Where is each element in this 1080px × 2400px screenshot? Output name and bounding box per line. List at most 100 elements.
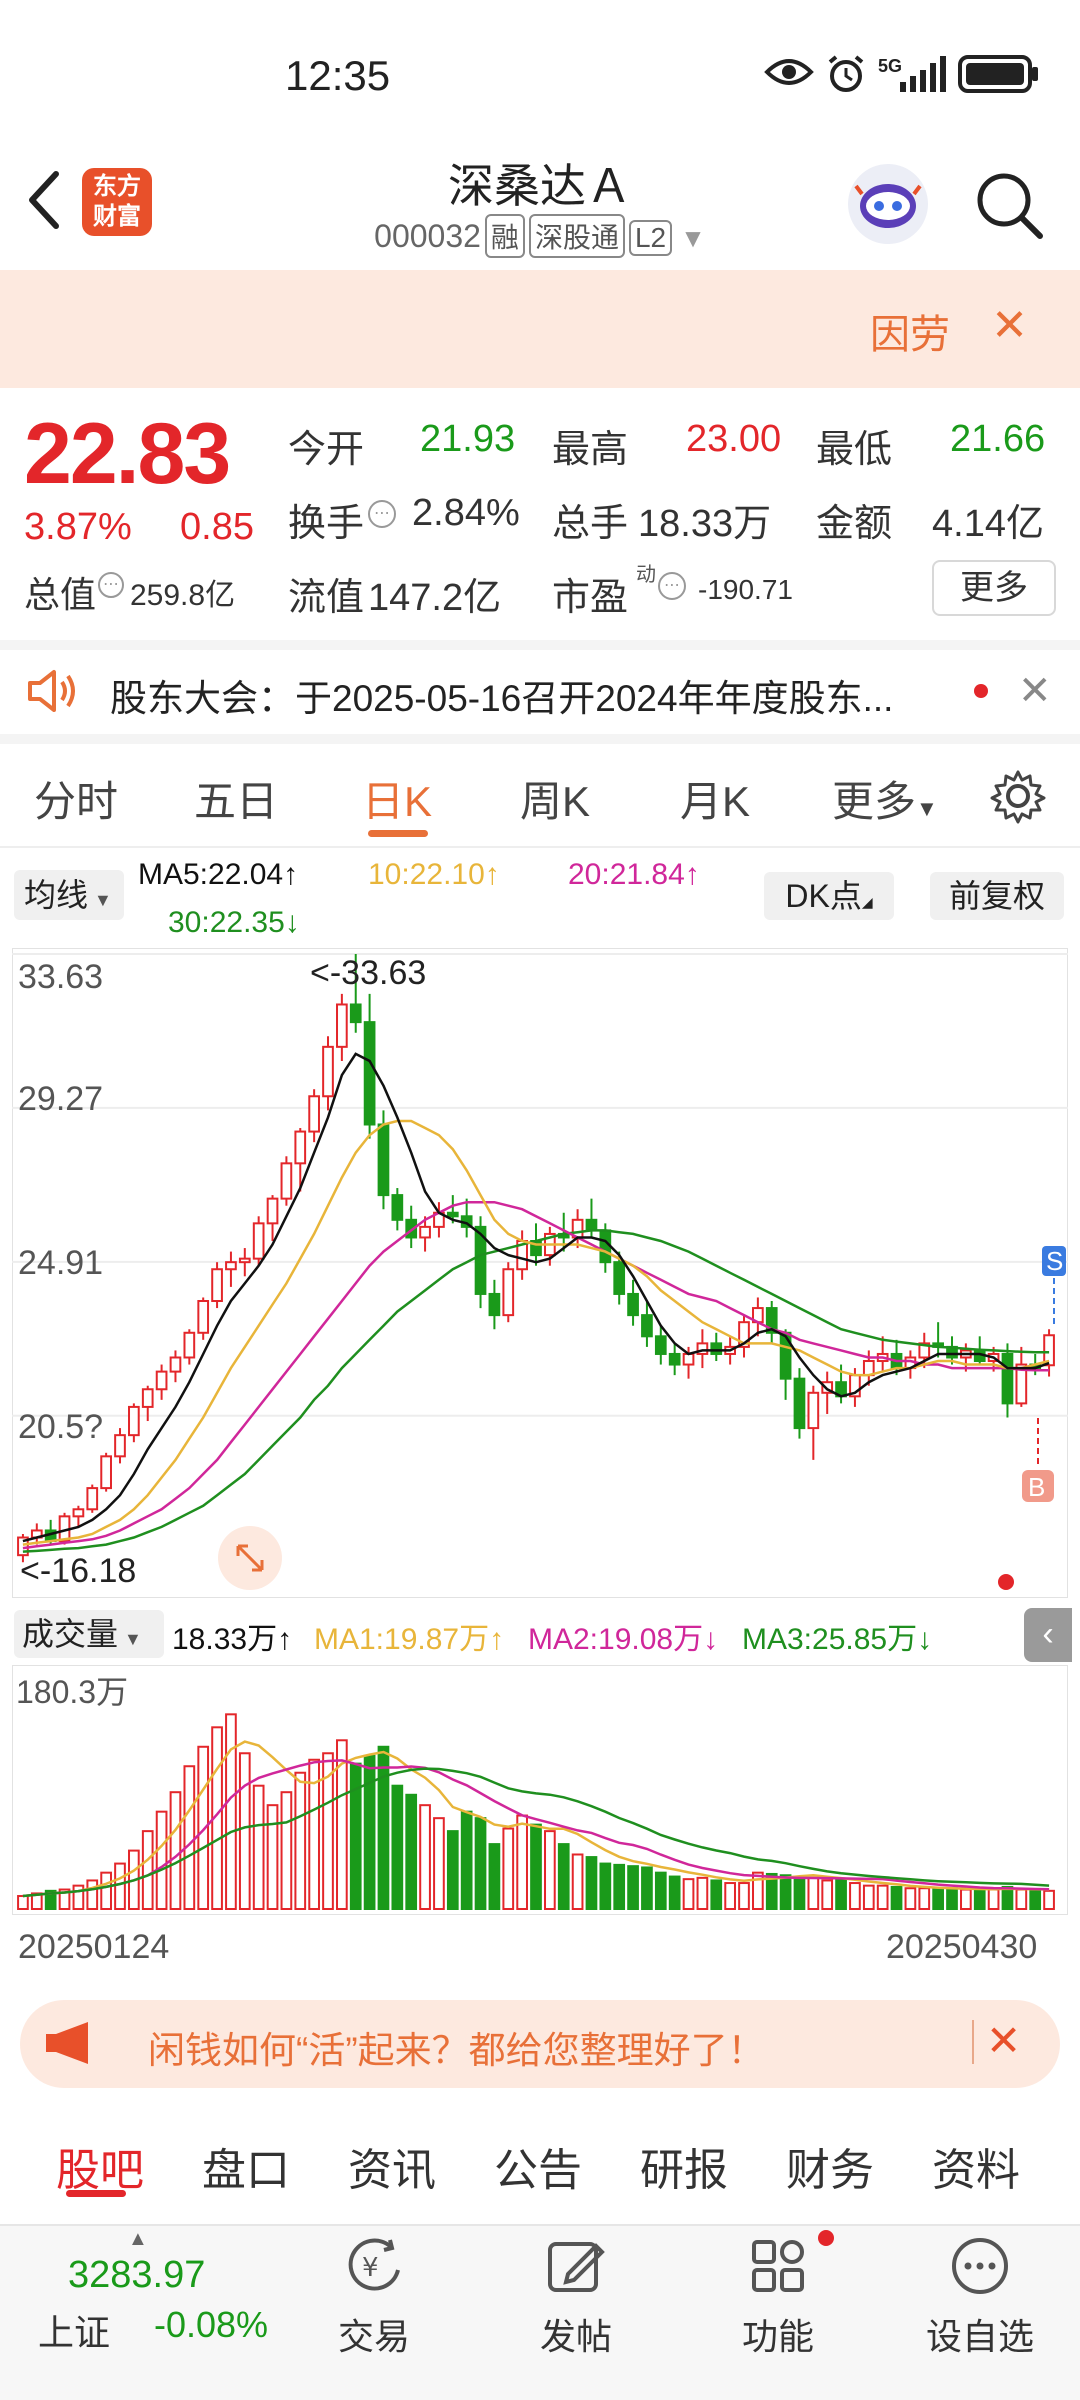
adjust-button[interactable]: 前复权 (930, 872, 1064, 920)
ma-selector[interactable]: 均线 ▼ (14, 870, 124, 920)
tab-intraday[interactable]: 分时 (34, 768, 118, 829)
tab-announcements[interactable]: 公告 (494, 2134, 582, 2198)
volume-bar (433, 1817, 445, 1910)
candle (446, 1211, 459, 1218)
volume-bar (849, 1882, 861, 1910)
divider (972, 2020, 974, 2064)
tab-research[interactable]: 研报 (640, 2134, 728, 2198)
tab-forum[interactable]: 股吧 (56, 2134, 144, 2198)
nav-post[interactable]: 发帖 (516, 2308, 636, 2360)
trade-icon[interactable]: ¥ (342, 2236, 406, 2301)
candle (322, 1045, 334, 1098)
compose-icon[interactable] (546, 2236, 606, 2301)
signal-icon (898, 54, 948, 99)
active-tab-underline (66, 2190, 126, 2197)
eye-icon (764, 54, 814, 95)
candle (169, 1356, 182, 1373)
candlestick-chart[interactable]: 33.63 29.27 24.91 20.5? <-33.63 <-16.18 … (12, 948, 1068, 1598)
notification-dot (818, 2230, 834, 2246)
volume-bar (516, 1814, 528, 1910)
tab-five-day[interactable]: 五日 (194, 768, 278, 829)
candle (668, 1352, 681, 1366)
tab-news[interactable]: 资讯 (348, 2134, 436, 2198)
volume-bar (155, 1810, 168, 1910)
tab-daily-k[interactable]: 日K (362, 768, 432, 829)
nav-trade[interactable]: 交易 (314, 2308, 434, 2360)
volume-bar (502, 1827, 515, 1910)
volume-bar (904, 1887, 917, 1910)
tag-connect: 深股通 (528, 214, 625, 258)
index-name: 上证 (38, 2312, 111, 2353)
ma20-value: 20:21.84↑ (568, 858, 700, 891)
pe-value: -190.71 (698, 574, 793, 605)
tab-more[interactable]: 更多▼ (832, 768, 938, 829)
tag-level2: L2 (628, 220, 673, 256)
volume-selector[interactable]: 成交量 ▼ (14, 1610, 164, 1658)
promo-close-icon[interactable]: ✕ (986, 2016, 1021, 2065)
open-label: 今开 (288, 429, 365, 471)
banner-close-icon[interactable]: ✕ (991, 300, 1028, 351)
open-value: 21.93 (420, 418, 516, 460)
candle (114, 1434, 126, 1458)
tab-monthly-k[interactable]: 月K (680, 768, 750, 829)
candle (599, 1229, 612, 1264)
grid-icon[interactable] (748, 2236, 808, 2301)
tab-weekly-k[interactable]: 周K (520, 768, 590, 829)
volume-bar (1001, 1885, 1014, 1910)
candle (613, 1261, 626, 1295)
notice-close-icon[interactable]: ✕ (1018, 668, 1052, 714)
volume-bar (613, 1863, 626, 1911)
volume-value: 18.33万↑ (172, 1623, 293, 1656)
candle (183, 1331, 196, 1359)
info-icon[interactable]: ⋯ (368, 500, 396, 528)
dk-point-button[interactable]: DK点◢ (764, 872, 894, 920)
volume-bar (1029, 1889, 1042, 1910)
svg-text:¥: ¥ (362, 2253, 379, 2283)
change-amount: 0.85 (180, 506, 254, 548)
high-label: 最高 (552, 429, 629, 471)
tab-profile[interactable]: 资料 (932, 2134, 1020, 2198)
nav-add-watchlist[interactable]: 设自选 (920, 2308, 1040, 2360)
volume-bar (973, 1888, 986, 1910)
volume-bar (960, 1888, 972, 1910)
tab-orderbook[interactable]: 盘口 (202, 2134, 290, 2198)
chevron-left-icon[interactable]: ‹ (1024, 1608, 1072, 1662)
ma5-value: MA5:22.04↑ (138, 858, 299, 891)
search-icon[interactable] (974, 170, 1046, 247)
more-button[interactable]: 更多 (932, 560, 1056, 616)
active-tab-underline (368, 830, 428, 837)
volume-bar (446, 1830, 459, 1910)
candle (225, 1261, 237, 1271)
tab-financials[interactable]: 财务 (786, 2134, 874, 2198)
volume-bar (571, 1853, 584, 1910)
candle (141, 1388, 154, 1408)
nav-functions[interactable]: 功能 (718, 2308, 838, 2360)
speaker-icon (26, 668, 82, 719)
volume-value: 18.33万 (638, 503, 772, 545)
robot-assistant-icon[interactable] (848, 164, 928, 244)
volume-bar (890, 1885, 903, 1910)
red-dot (998, 1574, 1014, 1590)
volume-bar (779, 1874, 792, 1910)
buy-marker: B (1028, 1472, 1045, 1502)
volume-bar (1015, 1888, 1028, 1910)
candle (654, 1335, 667, 1355)
vol-ma1: MA1:19.87万↑ (314, 1623, 505, 1656)
volume-bar (544, 1830, 556, 1910)
volume-bar (724, 1882, 736, 1910)
volume-bar (946, 1887, 958, 1910)
candle (793, 1377, 806, 1430)
candle (807, 1391, 820, 1430)
chevron-down-icon: ▼ (680, 223, 706, 253)
volume-bar (141, 1830, 154, 1910)
info-icon[interactable]: ⋯ (98, 572, 124, 598)
high-value: 23.00 (686, 418, 782, 460)
more-circle-icon[interactable] (950, 2236, 1010, 2301)
index-value[interactable]: 3283.97 (68, 2254, 205, 2297)
candle (391, 1194, 404, 1221)
info-icon[interactable]: ⋯ (658, 572, 686, 600)
gear-icon[interactable] (990, 768, 1046, 829)
volume-bar (391, 1784, 404, 1910)
unread-dot (974, 684, 988, 698)
volume-chart[interactable]: 180.3万 (12, 1665, 1068, 1915)
